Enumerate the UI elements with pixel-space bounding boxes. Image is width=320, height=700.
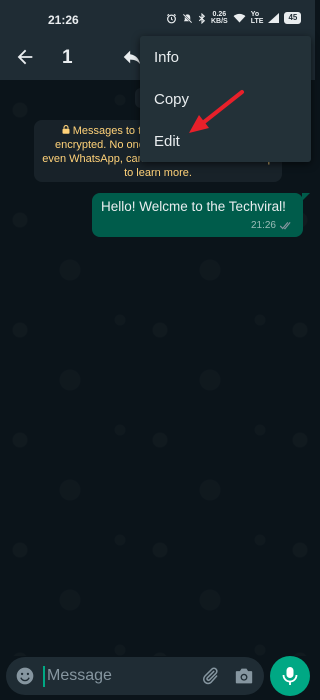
status-time: 21:26 bbox=[48, 13, 79, 27]
bubble-tail bbox=[302, 193, 310, 201]
network-type-top: Yo bbox=[250, 11, 260, 18]
net-speed: 0.26 KB/S bbox=[211, 11, 228, 25]
red-annotation-arrow bbox=[189, 90, 244, 133]
message-input-bar bbox=[6, 657, 264, 695]
text-cursor bbox=[43, 666, 45, 687]
battery-indicator: 45 bbox=[284, 12, 302, 24]
menu-item-edit[interactable]: Edit bbox=[154, 133, 180, 150]
message-meta: 21:26 bbox=[251, 220, 294, 231]
bluetooth-icon bbox=[198, 12, 206, 24]
voice-record-button[interactable] bbox=[270, 656, 310, 696]
status-icons: 0.26 KB/S Yo LTE 45 bbox=[166, 11, 302, 25]
attach-icon[interactable] bbox=[200, 666, 220, 686]
status-bar: 21:26 0.26 KB/S Yo LTE 45 bbox=[0, 0, 315, 36]
lock-icon bbox=[62, 125, 70, 134]
network-type-bottom: LTE bbox=[250, 18, 264, 25]
back-arrow-icon[interactable] bbox=[14, 46, 36, 68]
net-speed-value: 0.26 bbox=[212, 11, 227, 18]
message-time: 21:26 bbox=[250, 220, 276, 231]
message-input[interactable] bbox=[47, 663, 187, 689]
net-speed-unit: KB/S bbox=[211, 18, 228, 25]
menu-item-copy[interactable]: Copy bbox=[154, 91, 189, 108]
microphone-icon bbox=[282, 667, 298, 685]
mute-icon bbox=[182, 13, 193, 23]
alarm-icon bbox=[167, 13, 176, 23]
network-type: Yo LTE bbox=[251, 11, 264, 25]
wifi-icon bbox=[233, 13, 246, 23]
double-check-icon bbox=[279, 221, 291, 230]
camera-icon[interactable] bbox=[234, 667, 254, 685]
signal-icon bbox=[268, 13, 280, 23]
message-text: Hello! Welcme to the Techviral! bbox=[101, 199, 286, 214]
emoji-icon[interactable] bbox=[15, 666, 35, 686]
menu-item-info[interactable]: Info bbox=[154, 49, 179, 66]
selected-count: 1 bbox=[62, 47, 73, 68]
outgoing-message-bubble[interactable]: Hello! Welcme to the Techviral! 21:26 bbox=[92, 193, 310, 237]
